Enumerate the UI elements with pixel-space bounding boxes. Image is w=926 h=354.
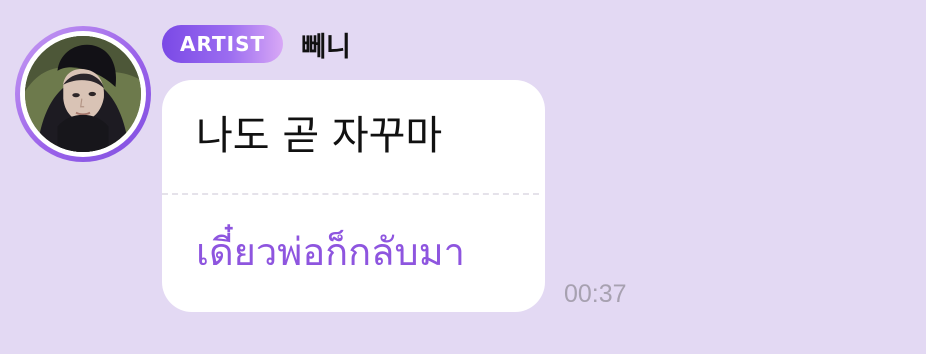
avatar-frame xyxy=(20,31,146,157)
avatar[interactable] xyxy=(15,26,151,162)
message-text: 나도 곧 자꾸마 xyxy=(196,113,443,159)
avatar-photo xyxy=(25,36,141,152)
translation-divider xyxy=(162,193,539,195)
message-bubble[interactable]: 나도 곧 자꾸마 เดี๋ยวพ่อก็กลับมา xyxy=(162,80,545,312)
message-timestamp: 00:37 xyxy=(564,280,627,308)
avatar-photo-icon xyxy=(25,36,141,152)
sender-name[interactable]: 뻬니 xyxy=(301,25,351,64)
artist-badge: ARTIST xyxy=(162,25,284,63)
message-header: ARTIST 뻬니 xyxy=(162,25,351,63)
translation-text: เดี๋ยวพ่อก็กลับมา xyxy=(196,230,465,274)
